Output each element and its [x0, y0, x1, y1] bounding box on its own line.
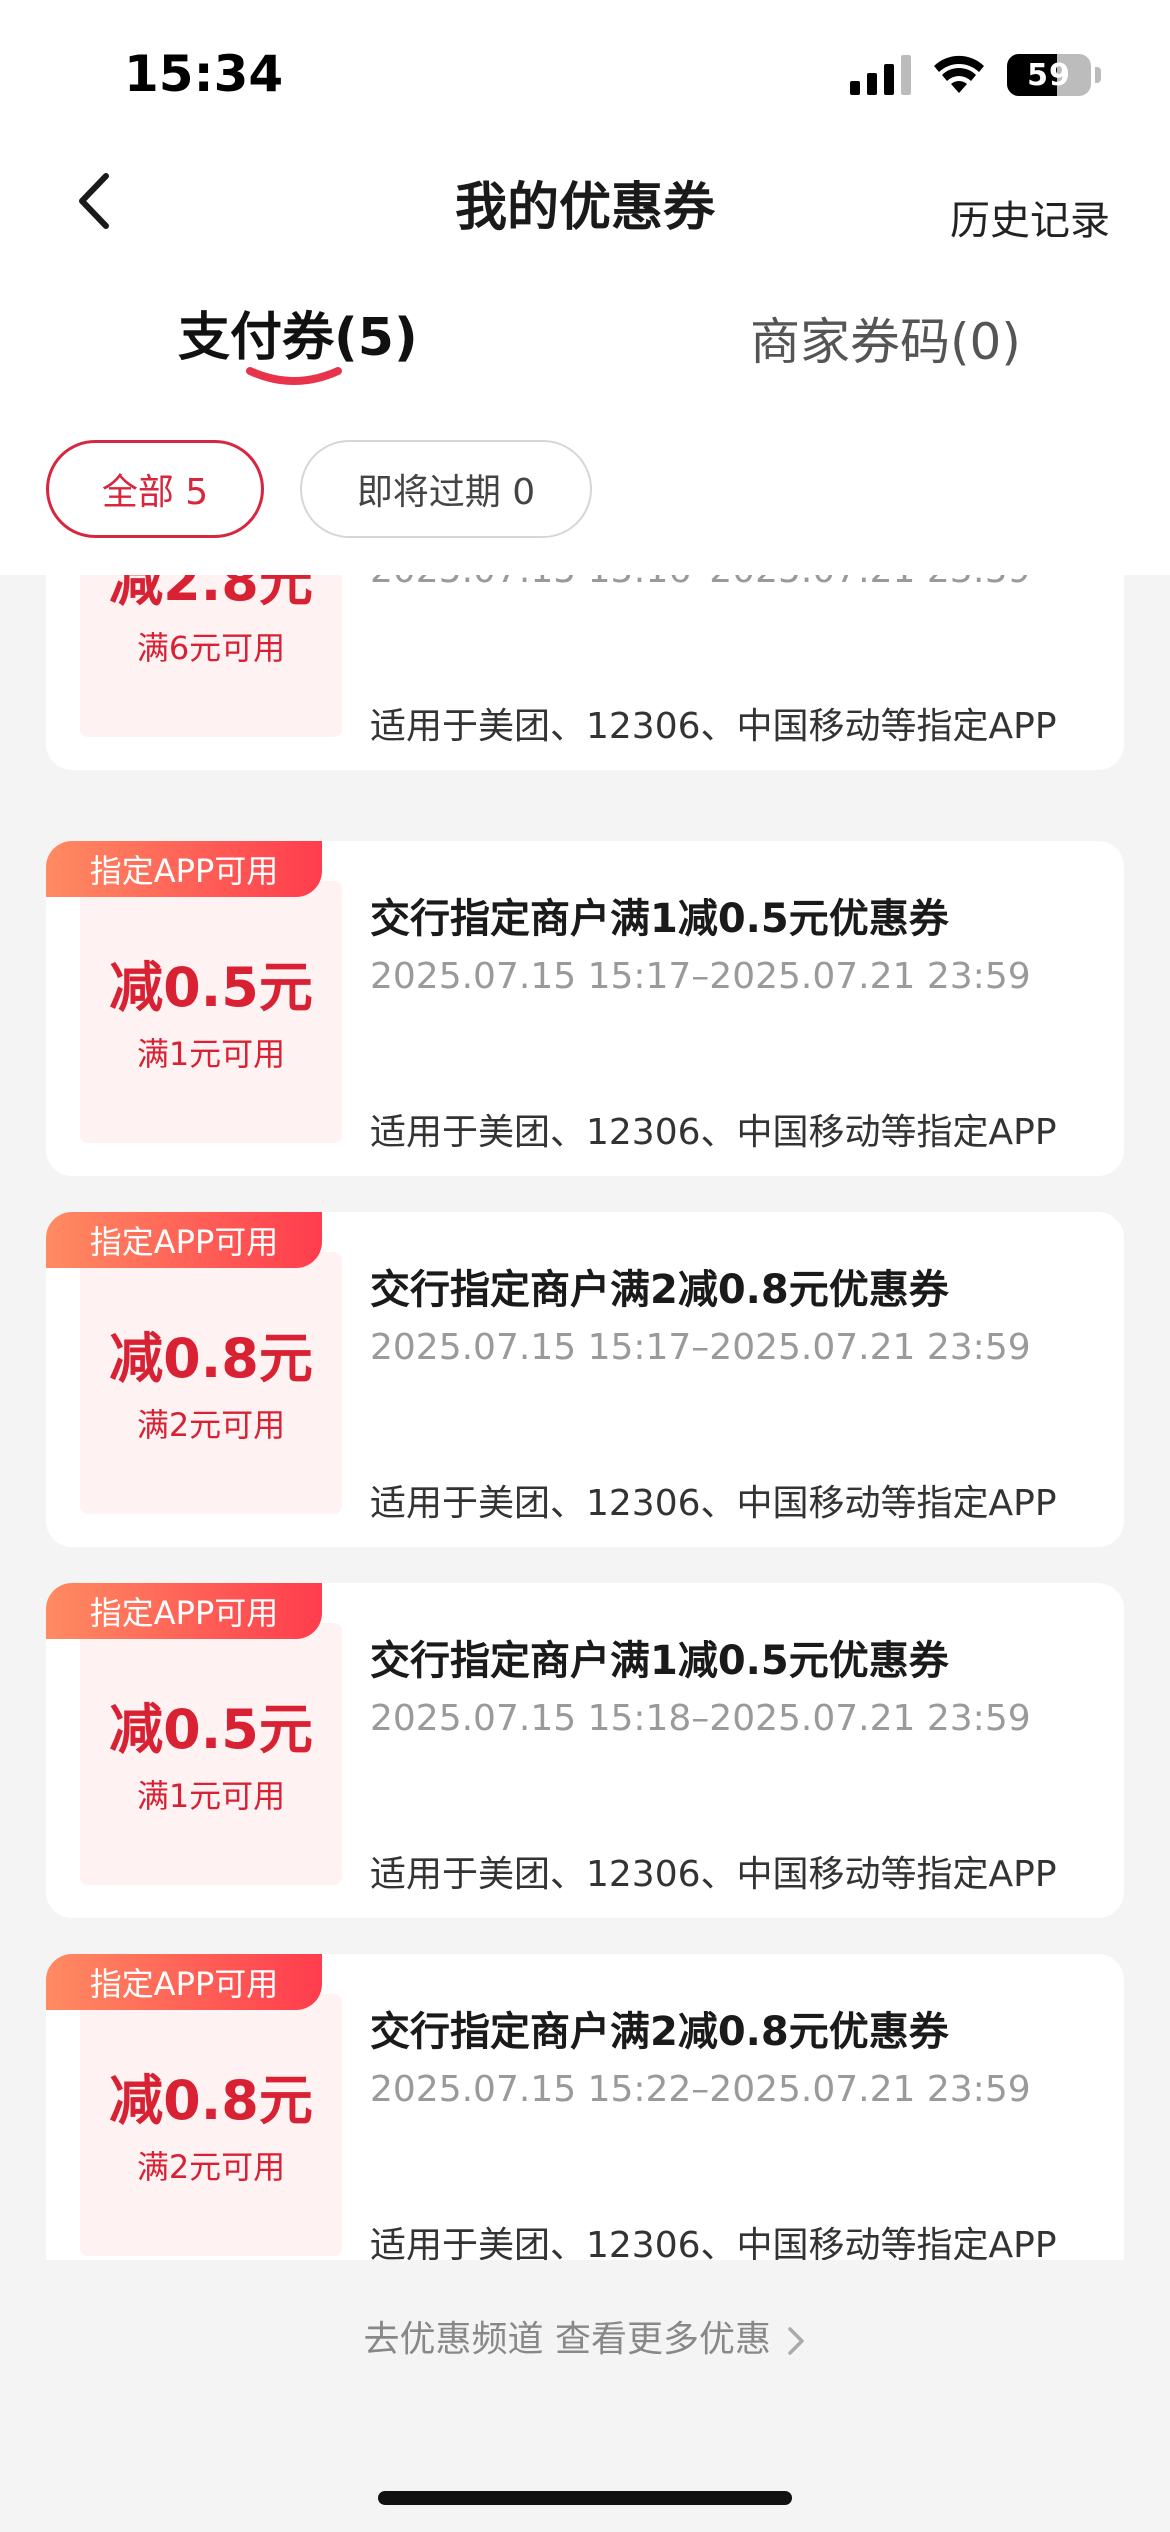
coupon-condition: 满6元可用	[136, 629, 286, 667]
coupon-value-box: 减0.5元 满1元可用	[80, 881, 342, 1143]
coupon-tag: 指定APP可用	[46, 1583, 322, 1639]
active-tab-indicator	[246, 367, 342, 385]
history-button[interactable]: 历史记录	[950, 188, 1110, 246]
coupon-condition: 满2元可用	[136, 2148, 286, 2186]
coupon-amount: 减0.5元	[109, 956, 313, 1019]
chevron-right-icon	[788, 2327, 805, 2355]
coupon-value-box: 减0.5元 满1元可用	[80, 1623, 342, 1885]
coupon-title: 交行指定商户满1减0.5元优惠券	[370, 1638, 949, 1684]
coupon-card[interactable]: 减0.8元 满2元可用 指定APP可用 交行指定商户满2减0.8元优惠券 202…	[46, 1954, 1124, 2260]
header-area: 15:34 59 我的优惠券 历史记录 支付券(5) 商家券码(0) 全部 5 …	[0, 0, 1170, 575]
coupon-scope: 适用于美团、12306、中国移动等指定APP	[370, 1112, 1057, 1153]
status-time: 15:34	[124, 45, 284, 103]
filter-expiring[interactable]: 即将过期 0	[300, 440, 592, 538]
tab-merchant-codes[interactable]: 商家券码(0)	[750, 302, 1021, 374]
coupon-scope: 适用于美团、12306、中国移动等指定APP	[370, 1483, 1057, 1524]
coupon-value-box: 减0.8元 满2元可用	[80, 1252, 342, 1514]
coupon-list[interactable]: 减2.8元 满6元可用 2025.07.15 15:16–2025.07.21 …	[0, 575, 1170, 2260]
coupon-scope: 适用于美团、12306、中国移动等指定APP	[370, 1854, 1057, 1895]
coupon-amount: 减2.8元	[109, 575, 313, 613]
coupon-condition: 满1元可用	[136, 1777, 286, 1815]
coupon-validity: 2025.07.15 15:17–2025.07.21 23:59	[370, 956, 1031, 997]
filter-all[interactable]: 全部 5	[46, 440, 264, 538]
battery-level: 59	[1027, 57, 1071, 93]
coupon-card[interactable]: 减0.8元 满2元可用 指定APP可用 交行指定商户满2减0.8元优惠券 202…	[46, 1212, 1124, 1547]
coupon-amount: 减0.8元	[109, 2069, 313, 2132]
coupon-tag: 指定APP可用	[46, 1954, 322, 2010]
coupon-tag: 指定APP可用	[46, 1212, 322, 1268]
more-offers-link[interactable]: 去优惠频道 查看更多优惠	[0, 2310, 1170, 2362]
coupon-value-box: 减0.8元 满2元可用	[80, 1994, 342, 2256]
coupon-condition: 满1元可用	[136, 1035, 286, 1073]
coupon-title: 交行指定商户满2减0.8元优惠券	[370, 1267, 949, 1313]
cellular-signal-icon	[850, 55, 911, 95]
coupon-validity: 2025.07.15 15:18–2025.07.21 23:59	[370, 1698, 1031, 1739]
coupon-scope: 适用于美团、12306、中国移动等指定APP	[370, 706, 1057, 747]
coupon-title: 交行指定商户满2减0.8元优惠券	[370, 2009, 949, 2055]
coupon-validity: 2025.07.15 15:22–2025.07.21 23:59	[370, 2069, 1031, 2110]
coupon-card[interactable]: 减0.5元 满1元可用 指定APP可用 交行指定商户满1减0.5元优惠券 202…	[46, 1583, 1124, 1918]
coupon-validity: 2025.07.15 15:16–2025.07.21 23:59	[370, 575, 1031, 591]
coupon-card[interactable]: 减2.8元 满6元可用 2025.07.15 15:16–2025.07.21 …	[46, 575, 1124, 770]
coupon-amount: 减0.8元	[109, 1327, 313, 1390]
home-indicator[interactable]	[378, 2491, 792, 2505]
coupon-value-box: 减2.8元 满6元可用	[80, 575, 342, 737]
coupon-scope: 适用于美团、12306、中国移动等指定APP	[370, 2225, 1057, 2260]
coupon-validity: 2025.07.15 15:17–2025.07.21 23:59	[370, 1327, 1031, 1368]
coupon-card[interactable]: 减0.5元 满1元可用 指定APP可用 交行指定商户满1减0.5元优惠券 202…	[46, 841, 1124, 1176]
coupon-tag: 指定APP可用	[46, 841, 322, 897]
tab-payment-coupons[interactable]: 支付券(5)	[178, 295, 418, 370]
status-icons: 59	[850, 52, 1101, 98]
coupon-condition: 满2元可用	[136, 1406, 286, 1444]
wifi-icon	[934, 55, 984, 93]
coupon-amount: 减0.5元	[109, 1698, 313, 1761]
coupon-title: 交行指定商户满1减0.5元优惠券	[370, 896, 949, 942]
more-offers-label: 去优惠频道 查看更多优惠	[363, 2319, 771, 2360]
battery-icon: 59	[1007, 54, 1091, 96]
